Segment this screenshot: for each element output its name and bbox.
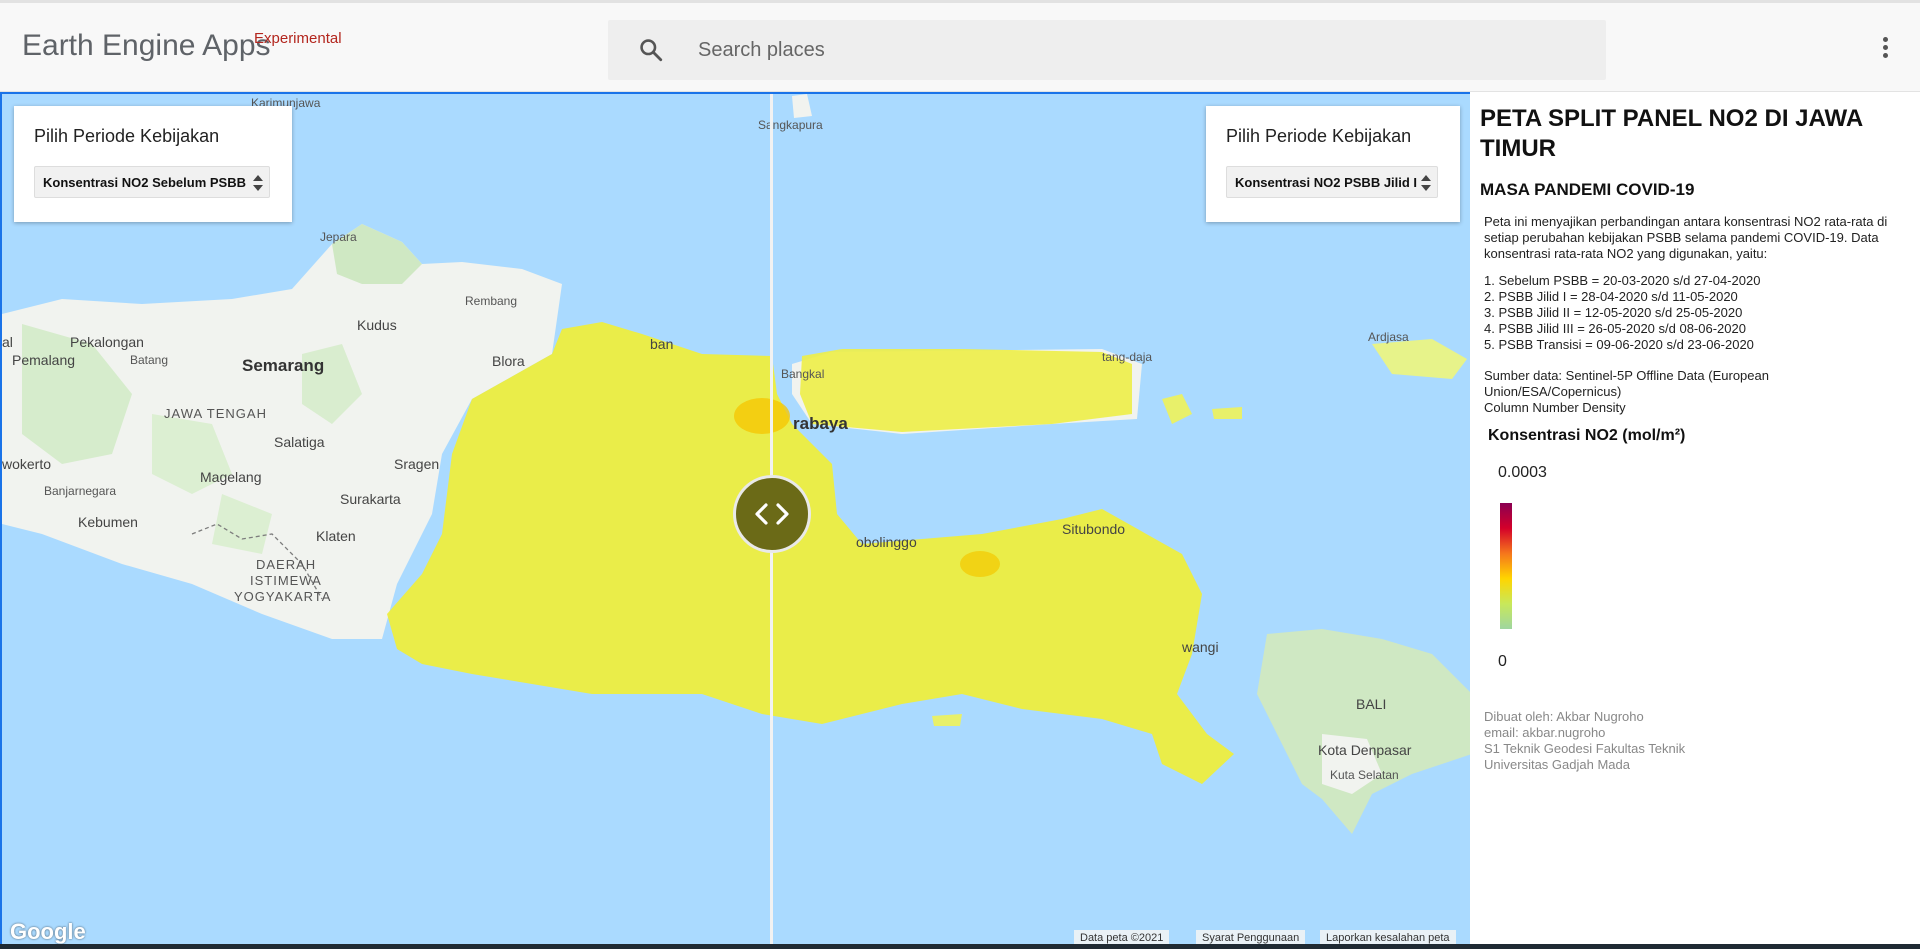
left-period-panel: Pilih Periode Kebijakan Konsentrasi NO2 …	[14, 106, 292, 222]
label-left-edge: al	[2, 334, 13, 350]
right-period-select[interactable]: Konsentrasi NO2 PSBB Jilid I	[1226, 166, 1438, 198]
select-arrows-icon	[253, 175, 263, 191]
label-surakarta: Surakarta	[340, 491, 401, 507]
legend-max-value: 0.0003	[1498, 464, 1547, 481]
credit-line: email: akbar.nugroho	[1484, 725, 1606, 740]
label-diy-2: ISTIMEWA	[250, 573, 322, 588]
label-denpasar: Kota Denpasar	[1318, 742, 1412, 758]
right-panel-title: Pilih Periode Kebijakan	[1226, 126, 1412, 146]
chevron-left-right-icon	[755, 503, 789, 525]
label-surabaya: rabaya	[793, 414, 848, 433]
credit-line: S1 Teknik Geodesi Fakultas Teknik	[1484, 741, 1686, 756]
label-bali: BALI	[1356, 696, 1387, 712]
label-probolinggo: obolinggo	[856, 534, 917, 550]
label-magelang: Magelang	[200, 469, 262, 485]
label-banyuwangi: wangi	[1182, 639, 1219, 655]
period-item: 4. PSBB Jilid III = 26-05-2020 s/d 08-06…	[1484, 321, 1746, 336]
left-period-select[interactable]: Konsentrasi NO2 Sebelum PSBB	[34, 166, 270, 198]
label-purwokerto: wokerto	[2, 456, 52, 472]
label-situbondo: Situbondo	[1062, 521, 1126, 537]
label-kebumen: Kebumen	[78, 514, 138, 530]
description-text: Peta ini menyajikan perbandingan antara …	[1484, 214, 1888, 261]
label-kuta: Kuta Selatan	[1330, 768, 1399, 782]
label-klaten: Klaten	[316, 528, 356, 544]
period-item: 1. Sebelum PSBB = 20-03-2020 s/d 27-04-2…	[1484, 273, 1761, 288]
label-ardjasa: Ardjasa	[1368, 330, 1409, 344]
label-pekalongan: Pekalongan	[70, 334, 144, 350]
search-icon[interactable]	[638, 37, 664, 63]
label-banjarnegara: Banjarnegara	[44, 484, 117, 498]
label-batang: Batang	[130, 353, 169, 367]
label-semarang: Semarang	[242, 356, 325, 375]
app-name: Earth Engine Apps	[22, 29, 271, 62]
label-jawa-tengah: JAWA TENGAH	[164, 406, 267, 421]
info-side-panel: PETA SPLIT PANEL NO2 DI JAWA TIMUR MASA …	[1470, 92, 1920, 946]
left-panel-title: Pilih Periode Kebijakan	[34, 126, 220, 146]
period-item: 3. PSBB Jilid II = 12-05-2020 s/d 25-05-…	[1484, 305, 1743, 320]
label-diy-3: YOGYAKARTA	[234, 589, 332, 604]
source-text: Sumber data: Sentinel-5P Offline Data (E…	[1484, 368, 1769, 399]
label-pemalang: Pemalang	[12, 352, 76, 368]
experimental-tag: Experimental	[254, 30, 342, 47]
legend-color-ramp	[1500, 503, 1512, 629]
credits: Dibuat oleh: Akbar Nugroho email: akbar.…	[1484, 709, 1685, 773]
label-diy-1: DAERAH	[256, 557, 317, 572]
split-handle[interactable]	[733, 475, 811, 553]
credit-line: Universitas Gadjah Mada	[1484, 757, 1630, 772]
label-salatiga: Salatiga	[274, 434, 325, 450]
label-sumenep: tang-daja	[1102, 350, 1153, 364]
app-header: Earth Engine Apps Experimental	[0, 0, 1920, 92]
label-blora: Blora	[492, 353, 525, 369]
label-rembang: Rembang	[465, 294, 518, 308]
google-logo: Google	[10, 919, 86, 944]
label-sangkapura: Sangkapura	[758, 118, 823, 132]
label-jepara: Jepara	[320, 230, 357, 244]
period-item: 5. PSBB Transisi = 09-06-2020 s/d 23-06-…	[1484, 337, 1754, 352]
more-vert-icon[interactable]	[1876, 37, 1894, 63]
label-sragen: Sragen	[394, 456, 440, 472]
search-bar[interactable]	[608, 20, 1606, 80]
period-item: 2. PSBB Jilid I = 28-04-2020 s/d 11-05-2…	[1484, 289, 1738, 304]
source-unit-text: Column Number Density	[1484, 400, 1626, 415]
right-period-selected: Konsentrasi NO2 PSBB Jilid I	[1235, 175, 1418, 190]
split-map[interactable]: Karimunjawa Sangkapura Jepara Rembang Ku…	[0, 92, 1470, 946]
period-list: 1. Sebelum PSBB = 20-03-2020 s/d 27-04-2…	[1484, 273, 1914, 353]
label-kudus: Kudus	[357, 317, 397, 333]
panel-title: PETA SPLIT PANEL NO2 DI JAWA TIMUR	[1480, 105, 1863, 162]
panel-subtitle: MASA PANDEMI COVID-19	[1480, 180, 1695, 199]
legend-min-value: 0	[1498, 653, 1507, 670]
taskbar-strip	[0, 944, 1920, 949]
select-arrows-icon	[1421, 175, 1431, 191]
search-input[interactable]	[698, 20, 1578, 80]
label-bangkalan: Bangkal	[781, 367, 825, 381]
credit-line: Dibuat oleh: Akbar Nugroho	[1484, 709, 1644, 724]
right-period-panel: Pilih Periode Kebijakan Konsentrasi NO2 …	[1206, 106, 1460, 222]
legend-title: Konsentrasi NO2 (mol/m²)	[1488, 427, 1686, 444]
left-period-selected: Konsentrasi NO2 Sebelum PSBB	[43, 175, 246, 190]
label-tuban: ban	[650, 336, 674, 352]
